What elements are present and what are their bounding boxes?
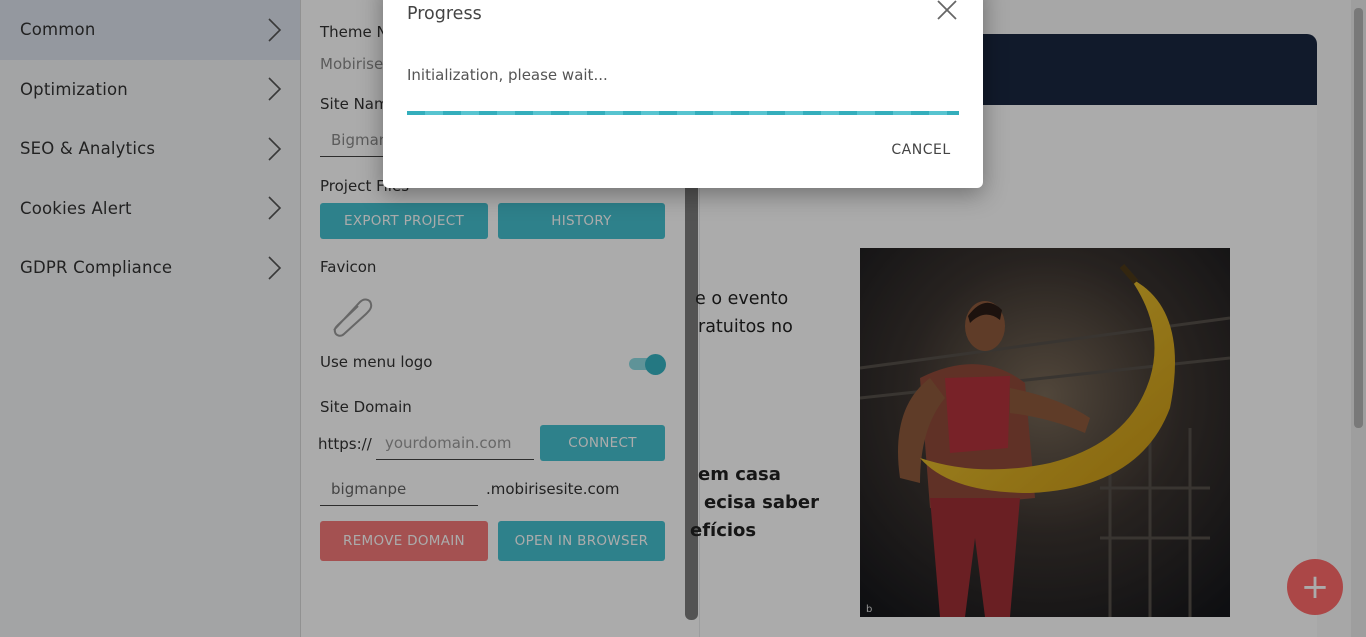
cancel-button[interactable]: CANCEL <box>879 132 963 168</box>
close-icon[interactable] <box>935 0 959 22</box>
dialog-message: Initialization, please wait... <box>407 66 608 84</box>
dialog-title: Progress <box>407 4 482 24</box>
progress-bar-fill <box>407 111 959 115</box>
progress-dialog: Progress Initialization, please wait... … <box>383 0 983 188</box>
progress-bar <box>407 111 959 115</box>
